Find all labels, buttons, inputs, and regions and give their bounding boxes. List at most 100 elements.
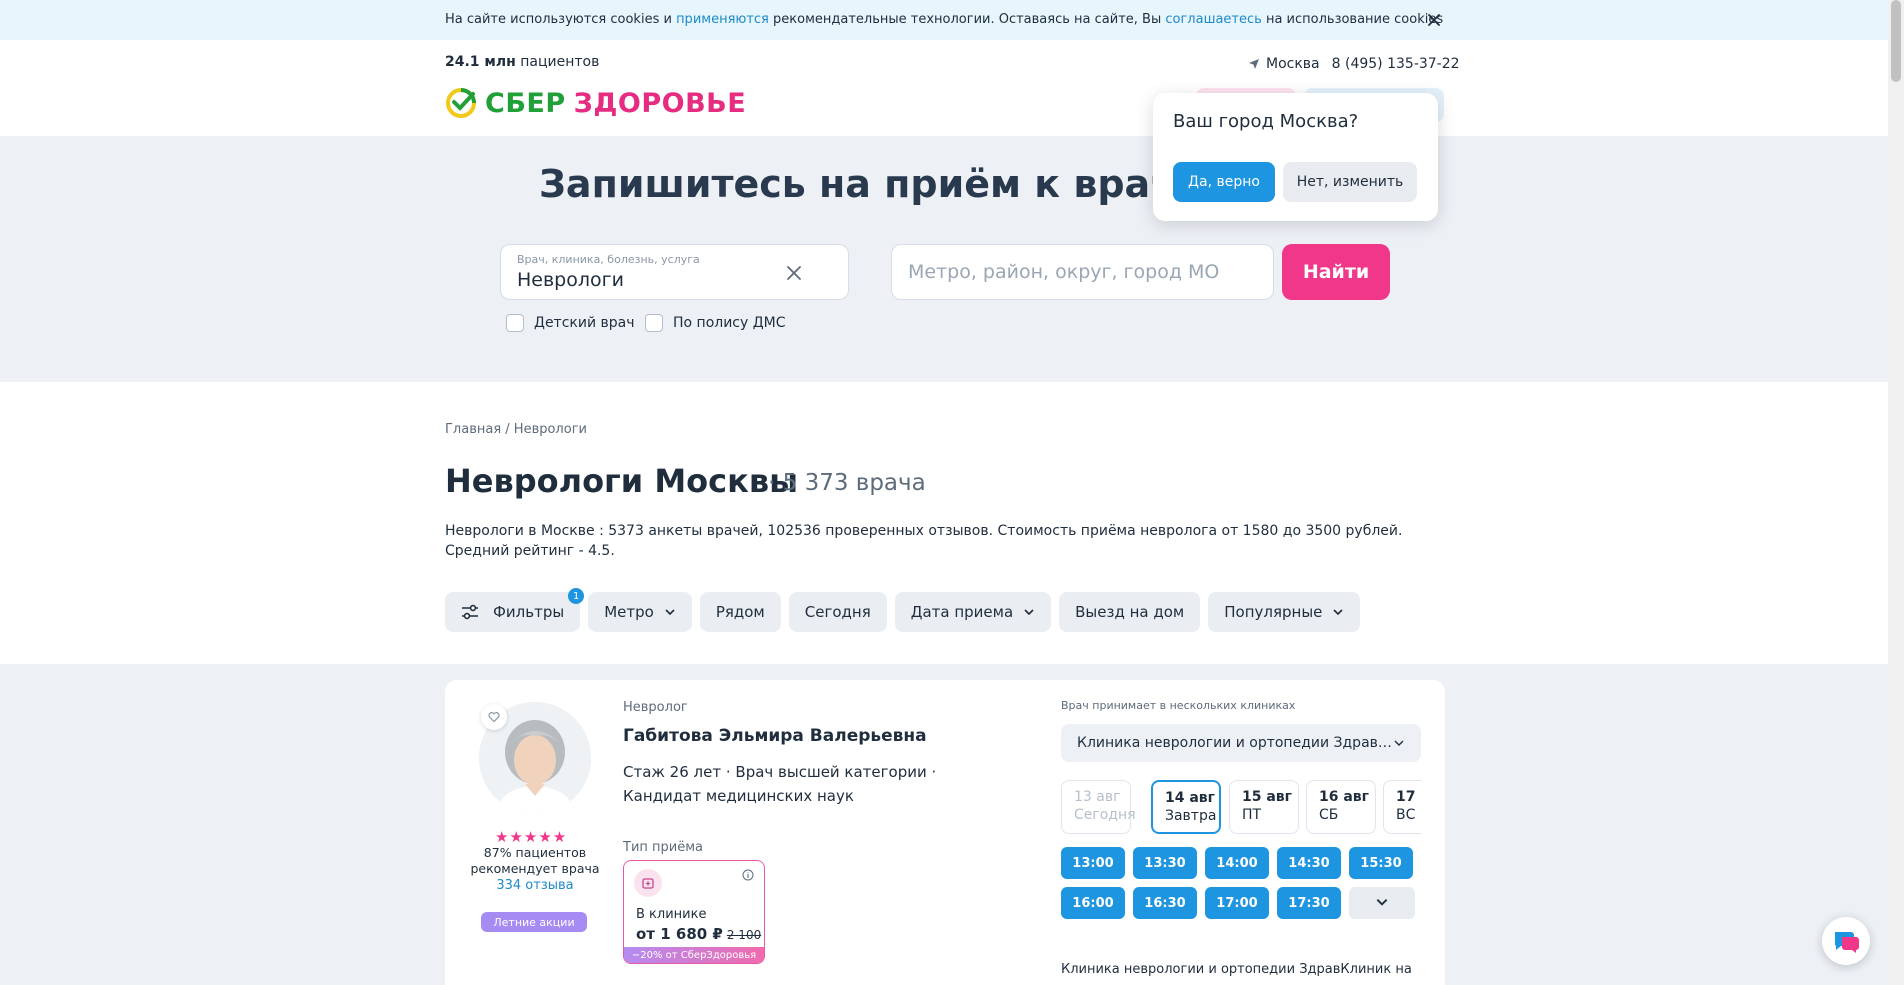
clinic-select[interactable]: Клиника неврологии и ортопедии ЗдравКлин… <box>1061 724 1421 762</box>
page-scrollbar[interactable] <box>1888 0 1904 985</box>
find-button[interactable]: Найти <box>1282 244 1390 300</box>
city-selector[interactable]: Москва <box>1266 56 1320 72</box>
checkbox-box[interactable] <box>506 314 524 332</box>
filters-button[interactable]: Фильтры 1 <box>445 588 585 632</box>
reviews-link[interactable]: 334 отзыва <box>455 878 615 893</box>
time-slot[interactable]: 14:30 <box>1277 847 1341 879</box>
date-picker: 13 авг Сегодня 14 авг Завтра 15 авг ПТ 1… <box>1061 780 1421 836</box>
chevron-down-icon <box>665 609 675 616</box>
promo-badge[interactable]: Летние акции <box>481 912 587 932</box>
clinic-name[interactable]: Клиника неврологии и ортопедии ЗдравКлин… <box>1061 962 1412 977</box>
checkbox-label: По полису ДМС <box>673 315 786 331</box>
sort-popular[interactable]: Популярные <box>1208 592 1361 632</box>
day-label: Сегодня <box>1074 807 1136 823</box>
info-icon[interactable] <box>742 869 754 881</box>
rating-stars: ★★★★★ <box>495 828 568 846</box>
change-city-button[interactable]: Нет, изменить <box>1283 162 1417 202</box>
cookie-link-agree[interactable]: соглашаетесь <box>1165 12 1261 27</box>
cookie-text-part: рекомендательные технологии. Оставаясь н… <box>768 12 1166 27</box>
today-filter[interactable]: Сегодня <box>788 592 887 632</box>
cookie-text-part: на использование cookies <box>1261 12 1444 27</box>
price-current: от 1 680 ₽ <box>636 925 723 943</box>
date-label: 17 авг <box>1396 789 1421 805</box>
date-option[interactable]: 15 авг ПТ <box>1229 780 1299 834</box>
doctor-specialty: Невролог <box>623 700 688 715</box>
date-label: 15 авг <box>1242 789 1292 805</box>
time-slot[interactable]: 16:00 <box>1061 887 1125 919</box>
logo[interactable]: СБЕР ЗДОРОВЬЕ <box>445 86 746 120</box>
chat-icon <box>1834 932 1859 953</box>
site-header: 24.1 млн пациентов СБЕР ЗДОРОВЬЕ Москва … <box>0 40 1888 136</box>
more-slots-button[interactable] <box>1349 887 1415 919</box>
metro-filter[interactable]: Метро <box>588 592 692 632</box>
time-slot[interactable]: 17:30 <box>1277 887 1341 919</box>
dms-checkbox[interactable]: По полису ДМС <box>645 314 786 332</box>
day-label: ПТ <box>1242 807 1262 823</box>
date-label: 14 авг <box>1165 790 1215 806</box>
clinic-icon <box>634 869 662 897</box>
location-arrow-icon <box>1249 59 1259 69</box>
date-option-selected[interactable]: 14 авг Завтра <box>1151 780 1221 834</box>
home-visit-filter[interactable]: Выезд на дом <box>1059 592 1201 632</box>
date-option[interactable]: 17 авг ВС <box>1383 780 1421 834</box>
location-input[interactable]: Метро, район, округ, город МО <box>891 244 1274 300</box>
header-contacts: Москва 8 (495) 135-37-22 <box>1248 56 1460 72</box>
date-filter[interactable]: Дата приема <box>894 592 1052 632</box>
page-description: Неврологи в Москве : 5373 анкеты врачей,… <box>445 523 1403 559</box>
checkbox-box[interactable] <box>645 314 663 332</box>
scrollbar-thumb[interactable] <box>1891 0 1901 82</box>
clear-icon[interactable] <box>784 263 804 283</box>
cookie-link-technologies[interactable]: применяются <box>676 12 769 27</box>
date-filter-label: Дата приема <box>910 603 1014 621</box>
time-slot[interactable]: 15:30 <box>1349 847 1413 879</box>
search-input[interactable]: Врач, клиника, болезнь, услуга Неврологи <box>500 244 849 300</box>
chevron-down-icon <box>1394 740 1404 746</box>
doctor-card[interactable]: ★★★★★ 87% пациентов рекомендует врача 33… <box>445 680 1445 985</box>
sort-label: Популярные <box>1224 603 1323 621</box>
price-old: 2 100 <box>726 928 762 942</box>
visit-type-label: Тип приёма <box>623 840 703 855</box>
chat-widget[interactable] <box>1822 917 1870 965</box>
date-option: 13 авг Сегодня <box>1061 780 1136 834</box>
nearby-filter[interactable]: Рядом <box>699 592 781 632</box>
logo-health-text: ЗДОРОВЬЕ <box>573 87 747 119</box>
time-slot[interactable]: 14:00 <box>1205 847 1269 879</box>
sliders-icon <box>462 604 478 620</box>
filter-bar: Фильтры 1 Метро Рядом Сегодня Дата прием… <box>445 588 1361 632</box>
doctor-name[interactable]: Габитова Эльмира Валерьевна <box>623 726 927 746</box>
chevron-down-icon <box>1376 898 1388 906</box>
clinic-select-value: Клиника неврологии и ортопедии ЗдравКлин… <box>1077 735 1393 751</box>
cookie-text: На сайте используются cookies и применяю… <box>445 12 1443 27</box>
time-slot[interactable]: 13:30 <box>1133 847 1197 879</box>
favorite-button[interactable] <box>481 704 507 730</box>
date-label: 13 авг <box>1074 789 1121 805</box>
cookie-text-part: На сайте используются cookies и <box>445 12 677 27</box>
search-hero: Запишитесь на приём к врачу Врач, клиник… <box>0 136 1888 382</box>
visit-type-option[interactable]: В клинике от 1 680 ₽2 100 −20% от СберЗд… <box>623 860 765 964</box>
search-value[interactable]: Неврологи <box>517 269 624 291</box>
location-placeholder: Метро, район, округ, город МО <box>908 261 1220 283</box>
day-label: Завтра <box>1165 808 1217 824</box>
patients-counter: 24.1 млн пациентов <box>445 54 599 70</box>
time-slot[interactable]: 13:00 <box>1061 847 1125 879</box>
day-label: ВС <box>1396 807 1416 823</box>
child-doctor-checkbox[interactable]: Детский врач <box>506 314 635 332</box>
visit-price: от 1 680 ₽2 100 <box>636 925 761 943</box>
doctor-experience: Стаж 26 лет · Врач высшей категории · Ка… <box>623 763 937 805</box>
checkbox-label: Детский врач <box>534 315 635 331</box>
recommend-text: 87% пациентов рекомендует врача <box>470 845 600 876</box>
breadcrumb[interactable]: Главная / Неврологи <box>445 422 587 437</box>
phone-number[interactable]: 8 (495) 135-37-22 <box>1332 56 1460 72</box>
chevron-down-icon <box>1333 609 1343 616</box>
doctor-count: · 5 373 врача <box>768 470 926 496</box>
logo-sber-text: СБЕР <box>485 87 566 119</box>
patients-count: 24.1 млн <box>445 54 516 70</box>
date-option[interactable]: 16 авг СБ <box>1306 780 1376 834</box>
time-slot[interactable]: 17:00 <box>1205 887 1269 919</box>
close-icon[interactable] <box>1424 10 1444 30</box>
filters-count-badge: 1 <box>568 588 585 604</box>
visit-place: В клинике <box>636 907 707 922</box>
promo-label: Летние акции <box>493 915 575 929</box>
confirm-city-button[interactable]: Да, верно <box>1173 162 1275 202</box>
time-slot[interactable]: 16:30 <box>1133 887 1197 919</box>
